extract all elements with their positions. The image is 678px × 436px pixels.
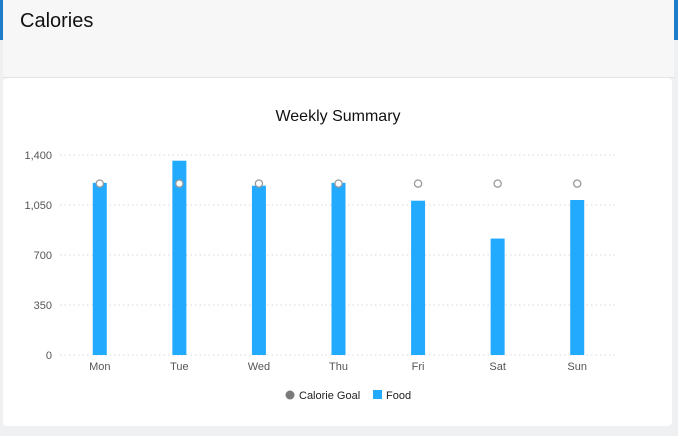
food-bars (92, 160, 585, 355)
accent-bar-right (674, 0, 678, 40)
x-tick-label: Fri (412, 361, 425, 373)
food-bar-fri[interactable] (411, 200, 426, 355)
calorie-goal-points (95, 179, 582, 188)
chart-card: Weekly Summary 0 350 700 1,050 1,400 Mon Tue W… (3, 78, 672, 426)
food-bar-sat[interactable] (490, 238, 505, 355)
chart-title: Weekly Summary (275, 108, 400, 125)
calorie-goal-point-sun[interactable] (572, 179, 582, 188)
chart-legend: Calorie Goal Food (285, 390, 411, 402)
x-tick-label: Tue (170, 361, 189, 373)
y-tick-label: 1,400 (24, 150, 52, 162)
y-tick-label: 700 (34, 250, 52, 262)
calorie-goal-point-sat[interactable] (493, 179, 502, 188)
x-axis-ticks: Mon Tue Wed Thu Fri Sat Sun (89, 361, 587, 373)
calorie-goal-point-fri[interactable] (413, 179, 423, 188)
x-tick-label: Sat (489, 361, 506, 373)
legend-marker-food (373, 390, 382, 399)
calorie-goal-point-tue[interactable] (175, 179, 184, 188)
x-tick-label: Mon (89, 361, 110, 373)
x-tick-label: Sun (567, 361, 587, 373)
legend-label-food: Food (386, 390, 411, 402)
calorie-goal-point-mon[interactable] (95, 179, 105, 188)
food-bar-sun[interactable] (570, 200, 585, 355)
app-frame: Calories Weekly Summary 0 350 700 1,050 1,40… (0, 0, 678, 436)
legend-item-calorie-goal[interactable]: Calorie Goal (285, 390, 361, 402)
y-tick-label: 1,050 (24, 200, 52, 212)
food-bar-mon[interactable] (92, 182, 107, 355)
legend-label-calorie-goal: Calorie Goal (299, 390, 360, 402)
food-bar-tue[interactable] (172, 160, 187, 355)
x-tick-label: Thu (329, 361, 348, 373)
weekly-summary-chart: Weekly Summary 0 350 700 1,050 1,400 Mon Tue W… (24, 108, 617, 402)
page-header: Calories (3, 0, 674, 78)
y-tick-label: 350 (34, 300, 52, 312)
calorie-goal-point-thu[interactable] (334, 179, 343, 188)
legend-marker-calorie-goal (285, 390, 295, 400)
y-axis-ticks: 0 350 700 1,050 1,400 (24, 150, 52, 362)
page-title: Calories (20, 10, 94, 32)
calorie-goal-point-wed[interactable] (254, 179, 264, 188)
food-bar-wed[interactable] (251, 185, 266, 355)
food-bar-thu[interactable] (331, 182, 346, 355)
x-tick-label: Wed (248, 361, 270, 373)
legend-item-food[interactable]: Food (373, 390, 411, 402)
y-tick-label: 0 (46, 350, 52, 362)
